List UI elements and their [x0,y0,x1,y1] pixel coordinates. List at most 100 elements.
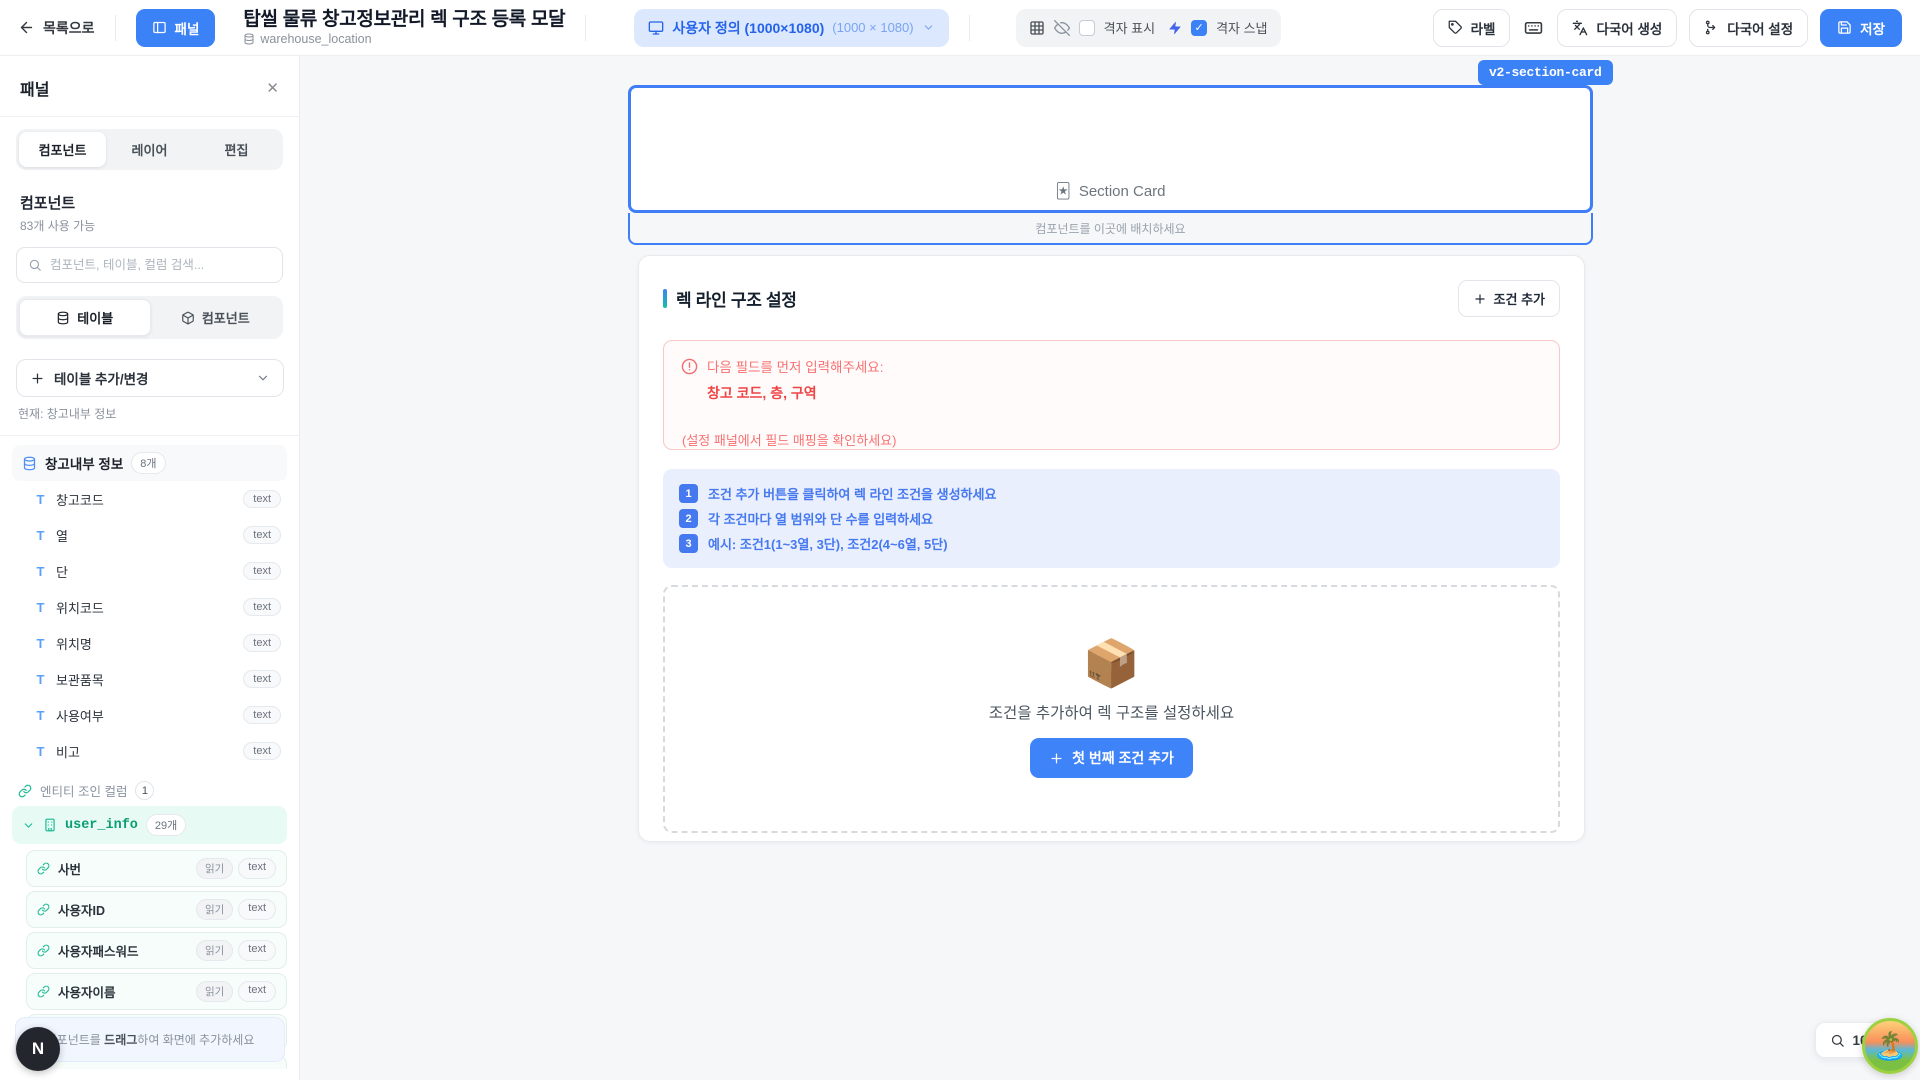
chevron-down-icon [922,21,935,34]
i18n-settings-button[interactable]: 다국어 설정 [1689,9,1808,47]
join-field-name: 사용자이름 [58,982,116,1001]
entity-join-label: 엔티티 조인 컬럼 [40,781,127,800]
lightning-icon [1168,21,1182,35]
table-group-header[interactable]: 창고내부 정보 8개 [12,445,287,481]
components-count: 83개 사용 가능 [20,217,279,234]
label-button[interactable]: 라벨 [1433,9,1511,47]
divider [969,15,970,41]
join-table-header[interactable]: user_info 29개 [12,806,287,844]
field-name: 비고 [56,742,80,761]
link-icon [37,862,50,875]
tab-components-source[interactable]: 컴포넌트 [151,299,281,336]
i18n-generate-button[interactable]: 다국어 생성 [1557,9,1677,47]
join-field-row[interactable]: 사용자이름 읽기text [26,973,287,1010]
field-row[interactable]: T 비고 text [0,733,299,769]
field-row[interactable]: T보관품목text [0,661,299,697]
field-name: 열 [56,526,68,545]
field-type-badge: text [243,562,281,580]
search-field [16,247,283,283]
link-icon [37,985,50,998]
field-type-badge: text [238,981,276,1002]
field-row[interactable]: T위치명text [0,625,299,661]
database-icon [243,33,255,45]
components-section-title: 컴포넌트 [20,192,279,213]
panel-toggle-button[interactable]: 패널 [136,9,216,47]
text-type-icon: T [34,492,47,507]
step-text: 각 조건마다 열 범위와 단 수를 입력하세요 [708,509,933,528]
instruction-steps: 1 조건 추가 버튼을 클릭하여 렉 라인 조건을 생성하세요 2 각 조건마다… [663,469,1560,568]
database-icon [56,311,70,325]
eye-off-icon[interactable] [1054,20,1070,36]
grid-show-label: 격자 표시 [1104,18,1155,37]
grid-show-checkbox[interactable] [1079,20,1095,36]
island-widget-icon[interactable]: 🏝️ [1862,1018,1918,1074]
current-table-label: 현재: 창고내부 정보 [18,405,281,422]
join-field-row[interactable]: 사용자ID 읽기text [26,891,287,928]
database-icon [22,456,37,471]
field-row[interactable]: T위치코드text [0,589,299,625]
field-row[interactable]: T창고코드text [0,481,299,517]
back-to-list-button[interactable]: 목록으로 [18,18,95,38]
join-field-row[interactable]: 사용자패스워드 읽기text [26,932,287,969]
grid-snap-label: 격자 스냅 [1216,18,1267,37]
step-item: 2 각 조건마다 열 범위와 단 수를 입력하세요 [679,509,1544,528]
tab-layers[interactable]: 레이어 [106,132,193,167]
add-table-button[interactable]: 테이블 추가/변경 [16,359,284,397]
chevron-down-icon[interactable] [22,819,35,832]
field-name: 사용여부 [56,706,104,725]
text-type-icon: T [34,744,47,759]
design-canvas[interactable]: v2-section-card 🃏 Section Card 컴포넌트를 이곳에… [300,56,1920,1080]
viewport-size-selector[interactable]: 사용자 정의 (1000×1080) (1000 × 1080) [634,9,948,47]
text-type-icon: T [34,564,47,579]
field-type-badge: text [238,899,276,920]
table-name-subtitle: warehouse_location [260,32,371,46]
package-icon [181,311,195,325]
chevron-down-icon [256,371,270,385]
entity-join-section-header: 엔티티 조인 컬럼 1 [18,781,281,800]
field-row[interactable]: T단 text [0,553,299,589]
warning-hint: (설정 패널에서 필드 매핑을 확인하세요) [682,430,1542,449]
field-type-badge: text [243,634,281,652]
field-row[interactable]: T열text [0,517,299,553]
sidebar-title: 패널 [20,76,49,100]
tab-tables[interactable]: 테이블 [19,299,151,336]
join-field-row[interactable]: 사번 읽기text [26,850,287,887]
field-row[interactable]: T사용여부text [0,697,299,733]
search-input[interactable] [50,258,271,272]
field-type-badge: text [243,742,281,760]
warning-text: 다음 필드를 먼저 입력해주세요: [707,356,883,376]
save-button-label: 저장 [1860,18,1885,38]
first-condition-button[interactable]: 첫 번째 조건 추가 [1030,738,1193,778]
brand-logo-badge[interactable]: N [16,1027,60,1071]
tab-components[interactable]: 컴포넌트 [19,132,106,167]
top-toolbar: 목록으로 패널 탑씰 물류 창고정보관리 렉 구조 등록 모달 warehous… [0,0,1920,56]
join-count-badge: 1 [135,781,154,800]
section-card-component[interactable]: 🃏 Section Card [628,85,1593,213]
close-icon[interactable]: ✕ [266,79,279,97]
dropzone-hint: 컴포넌트를 이곳에 배치하세요 [1035,220,1185,237]
source-tabs: 테이블 컴포넌트 [16,296,283,339]
page-title: 탑씰 물류 창고정보관리 렉 구조 등록 모달 [243,9,565,31]
keyboard-shortcuts-button[interactable] [1522,9,1545,47]
component-dropzone[interactable]: 컴포넌트를 이곳에 배치하세요 [628,213,1593,245]
tab-components-source-label: 컴포넌트 [202,308,250,327]
section-card-label: Section Card [1079,183,1166,200]
field-name: 단 [56,562,68,581]
i18n-settings-label: 다국어 설정 [1727,18,1793,38]
save-button[interactable]: 저장 [1820,9,1902,47]
drag-hint-bold: 드래그 [104,1033,137,1047]
grid-snap-checkbox[interactable]: ✓ [1191,20,1207,36]
divider [115,15,116,41]
grid-controls: 격자 표시 ✓ 격자 스냅 [1016,9,1281,47]
back-label: 목록으로 [43,18,95,38]
keyboard-icon [1524,18,1543,37]
search-icon [28,258,42,272]
package-emoji-icon: 📦 [1083,640,1140,686]
tab-edit[interactable]: 편집 [193,132,280,167]
add-condition-button[interactable]: 조건 추가 [1458,280,1560,317]
selection-tooltip: v2-section-card [1478,60,1613,85]
field-name: 위치코드 [56,598,104,617]
tag-icon [1448,20,1463,35]
split-icon [1704,20,1719,35]
join-table-name: user_info [65,818,138,833]
